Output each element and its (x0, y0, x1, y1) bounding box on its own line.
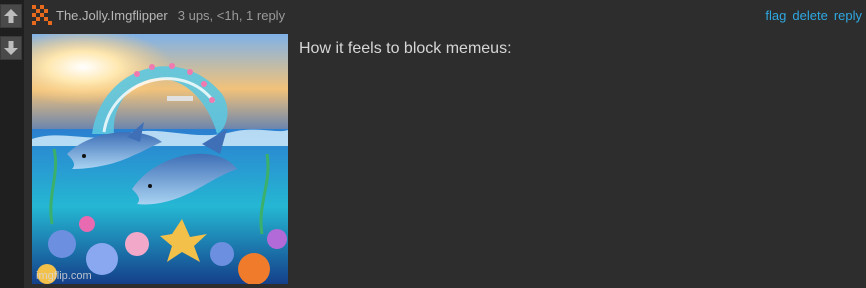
flag-link[interactable]: flag (765, 8, 786, 23)
vote-column (0, 0, 24, 288)
comment-root: The.Jolly.Imgflipper 3 ups, <1h, 1 reply… (0, 0, 866, 288)
reply-link[interactable]: reply (834, 8, 862, 23)
arrow-down-icon (4, 41, 18, 55)
arrow-up-icon (4, 9, 18, 23)
delete-link[interactable]: delete (792, 8, 827, 23)
comment-image[interactable]: imgflip.com (32, 34, 288, 284)
comment-meta: 3 ups, <1h, 1 reply (177, 7, 286, 23)
comment-header: The.Jolly.Imgflipper 3 ups, <1h, 1 reply… (32, 4, 866, 26)
comment-actions: flag delete reply (765, 4, 862, 26)
upvote-button[interactable] (0, 4, 22, 28)
imgflip-watermark: imgflip.com (36, 270, 92, 282)
dolphins-image (32, 34, 288, 284)
downvote-button[interactable] (0, 36, 22, 60)
comment-body-text: How it feels to block memeus: (299, 40, 512, 57)
pixel-avatar-icon[interactable] (32, 5, 52, 25)
username-link[interactable]: The.Jolly.Imgflipper (56, 8, 168, 23)
